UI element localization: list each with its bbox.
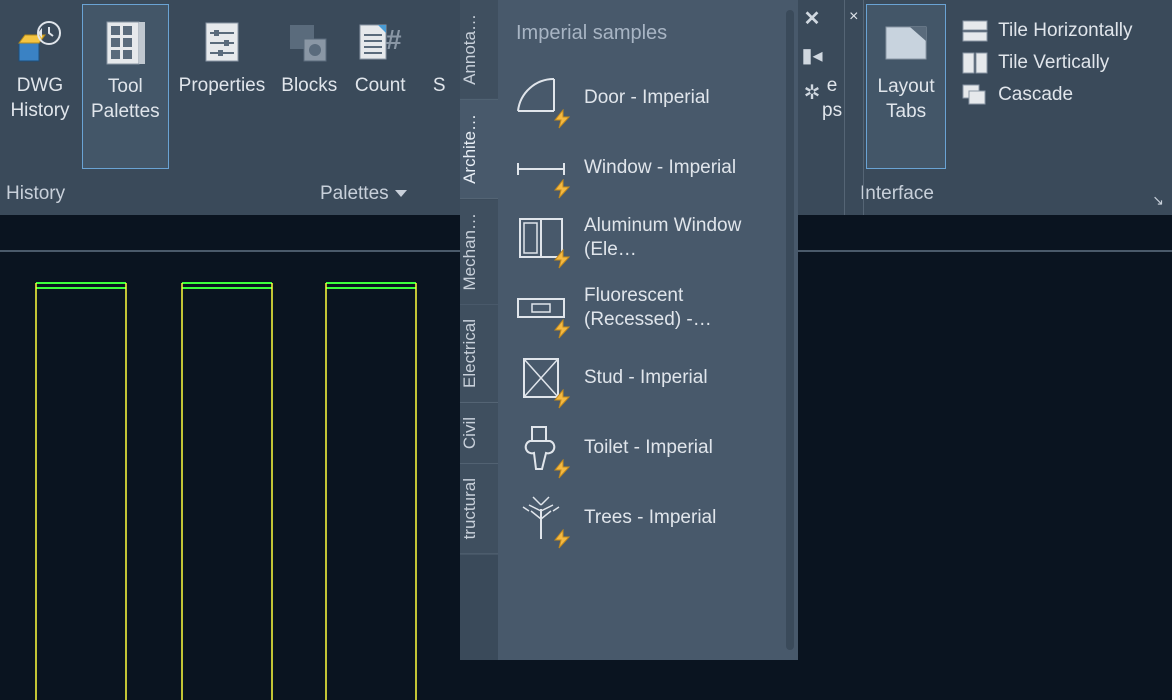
tab-electrical[interactable]: Electrical (460, 305, 498, 403)
palette-item-door[interactable]: Door - Imperial (498, 63, 798, 133)
palette-item-trees[interactable]: Trees - Imperial (498, 483, 798, 553)
window-icon (512, 139, 570, 197)
palette-item-label: Door - Imperial (584, 86, 710, 110)
tile-horizontally-button[interactable]: Tile Horizontally (962, 20, 1132, 42)
autohide-icon[interactable]: ▮◂ (800, 43, 824, 68)
properties-button[interactable]: Properties (171, 0, 274, 215)
properties-icon (198, 18, 246, 66)
history-panel-label: History (6, 183, 65, 205)
palettes-panel-label[interactable]: Palettes (320, 183, 407, 205)
layout-tabs-label: Layout Tabs (878, 75, 935, 124)
window-options: Tile Horizontally Tile Vertically Cascad… (948, 0, 1142, 215)
palette-item-toilet[interactable]: Toilet - Imperial (498, 413, 798, 483)
close-icon[interactable]: ✕ (800, 6, 824, 31)
palette-item-label: Stud - Imperial (584, 366, 708, 390)
dwg-history-label: DWG History (10, 74, 69, 123)
count-icon: # (356, 18, 404, 66)
truncated-ps-label: ps (822, 99, 842, 124)
bolt-icon (552, 389, 572, 409)
bolt-icon (552, 459, 572, 479)
right-ribbon: e ps × Layout Tabs Tile Horizontally Til… (820, 0, 1143, 215)
stud-icon (512, 349, 570, 407)
bolt-icon (552, 109, 572, 129)
bolt-icon (552, 249, 572, 269)
drawing-content (0, 255, 460, 700)
truncated-s-label: S (433, 74, 446, 99)
truncated-e-icon (827, 18, 837, 66)
cascade-button[interactable]: Cascade (962, 84, 1132, 106)
dwg-history-icon (16, 18, 64, 66)
palette-item-window[interactable]: Window - Imperial (498, 133, 798, 203)
svg-text:#: # (386, 24, 402, 55)
palette-item-aluminum-window[interactable]: Aluminum Window (Ele… (498, 203, 798, 273)
tab-civil[interactable]: Civil (460, 403, 498, 464)
palette-item-label: Toilet - Imperial (584, 436, 713, 460)
properties-label: Properties (179, 74, 266, 99)
count-label: Count (355, 74, 406, 99)
door-icon (512, 69, 570, 127)
dropdown-arrow-icon (395, 190, 407, 197)
palette-item-label: Trees - Imperial (584, 506, 716, 530)
close-small-icon[interactable]: × (849, 8, 858, 26)
trees-icon (512, 489, 570, 547)
tool-palettes-button[interactable]: Tool Palettes (82, 4, 169, 169)
palette-controls: ✕ ▮◂ ✲ (800, 6, 824, 105)
fluorescent-icon (512, 279, 570, 337)
tab-mechanical[interactable]: Mechan… (460, 199, 498, 305)
aluminum-window-icon (512, 209, 570, 267)
tile-vertical-icon (962, 52, 988, 74)
palette-tabs: Annota… Archite… Mechan… Electrical Civi… (460, 0, 498, 660)
bolt-icon (552, 179, 572, 199)
tile-h-label: Tile Horizontally (998, 20, 1132, 42)
palette-scrollbar[interactable] (786, 10, 794, 650)
tab-architectural[interactable]: Archite… (460, 100, 498, 199)
tile-vertically-button[interactable]: Tile Vertically (962, 52, 1132, 74)
truncated-icon (415, 18, 463, 66)
layout-tabs-icon (882, 19, 930, 67)
toilet-icon (512, 419, 570, 477)
bolt-icon (552, 319, 572, 339)
tool-palettes-icon (101, 19, 149, 67)
palette-item-label: Fluorescent (Recessed) -… (584, 284, 764, 332)
tab-structural[interactable]: tructural (460, 464, 498, 554)
blocks-icon (285, 18, 333, 66)
tile-v-label: Tile Vertically (998, 52, 1109, 74)
panel-dialog-launcher-icon[interactable]: ↘ (1152, 192, 1164, 209)
tool-palette-panel: Imperial samples Door - Imperial Window … (498, 0, 798, 660)
palette-item-stud[interactable]: Stud - Imperial (498, 343, 798, 413)
settings-gear-icon[interactable]: ✲ (800, 80, 824, 105)
cascade-label: Cascade (998, 84, 1073, 106)
tile-horizontal-icon (962, 20, 988, 42)
palette-title: Imperial samples (498, 10, 798, 63)
tab-annotation[interactable]: Annota… (460, 0, 498, 100)
palette-item-label: Window - Imperial (584, 156, 736, 180)
bolt-icon (552, 529, 572, 549)
blocks-label: Blocks (281, 74, 337, 99)
palette-item-label: Aluminum Window (Ele… (584, 214, 764, 262)
truncated-e-label: e (827, 74, 838, 99)
cascade-icon (962, 84, 988, 106)
palette-item-fluorescent[interactable]: Fluorescent (Recessed) -… (498, 273, 798, 343)
tool-palettes-label: Tool Palettes (91, 75, 160, 124)
layout-tabs-button[interactable]: Layout Tabs (866, 4, 946, 169)
